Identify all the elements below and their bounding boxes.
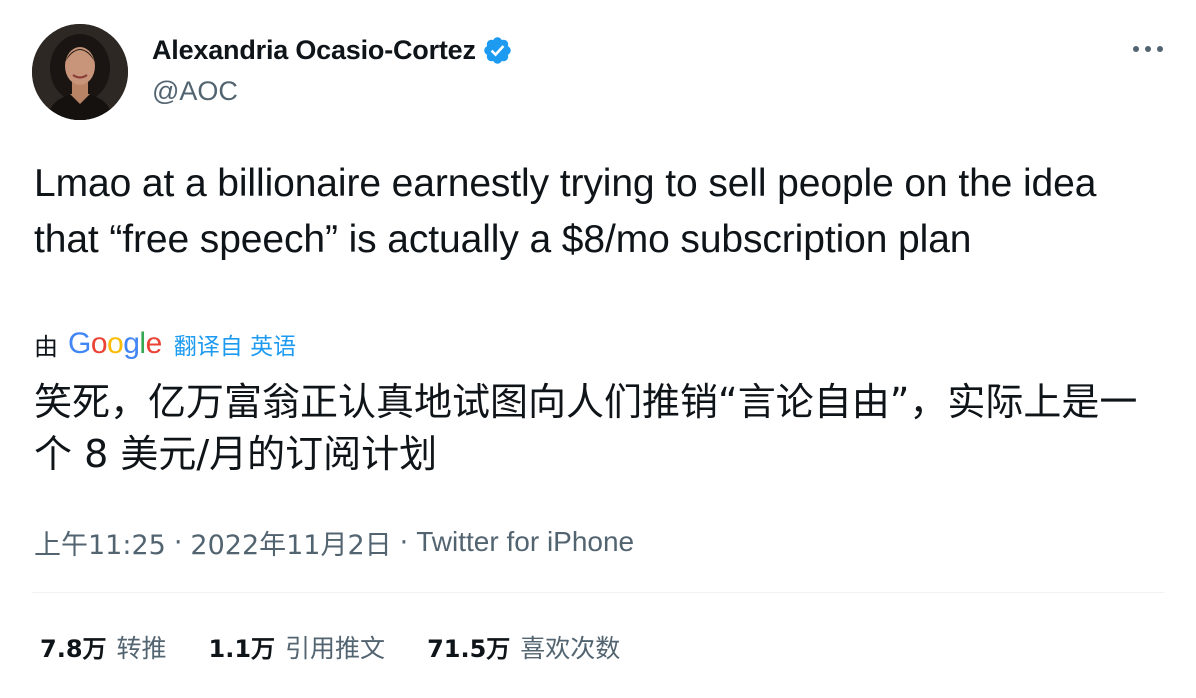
more-options-button[interactable] [1128,34,1168,64]
likes-count: 71.5万 [427,635,511,663]
retweets-label: 转推 [116,634,167,663]
more-horizontal-icon [1133,46,1163,52]
likes-stat[interactable]: 71.5万 喜欢次数 [427,629,620,665]
verified-badge-icon [482,35,513,66]
likes-label: 喜欢次数 [520,634,621,663]
engagement-stats: 7.8万 转推 1.1万 引用推文 71.5万 喜欢次数 [40,628,662,666]
translated-from-link[interactable]: 翻译自 英语 [174,327,296,361]
author-handle[interactable]: @AOC [152,76,513,107]
avatar-portrait-icon [32,24,128,120]
google-logo[interactable]: Google [68,327,162,361]
name-row: Alexandria Ocasio-Cortez [152,32,513,68]
retweets-count: 7.8万 [40,635,107,663]
retweets-stat[interactable]: 7.8万 转推 [40,629,167,665]
meta-separator: · [399,526,409,558]
author-display-name[interactable]: Alexandria Ocasio-Cortez [152,35,476,66]
translation-attribution: 由 Google 翻译自 英语 [34,326,296,362]
tweet-meta: 上午11:25 · 2022年11月2日 · Twitter for iPhon… [34,523,634,562]
translated-tweet-text: 笑死，亿万富翁正认真地试图向人们推销“言论自由”，实际上是一个 8 美元/月的订… [34,380,1138,476]
quote-tweets-count: 1.1万 [208,635,276,663]
tweet-date[interactable]: 2022年11月2日 [190,523,391,562]
tweet-time[interactable]: 上午11:25 [34,523,166,562]
tweet-source[interactable]: Twitter for iPhone [416,526,634,558]
translated-by-label: 由 [34,332,58,361]
quote-tweets-stat[interactable]: 1.1万 引用推文 [209,629,386,665]
divider [32,592,1164,593]
tweet-text: Lmao at a billionaire earnestly trying t… [34,162,1097,261]
tweet-card: Alexandria Ocasio-Cortez @AOC Lmao at a … [0,0,1196,698]
quote-tweets-label: 引用推文 [285,634,386,663]
meta-separator: · [173,526,183,558]
author-info: Alexandria Ocasio-Cortez @AOC [152,32,513,112]
avatar[interactable] [32,24,128,120]
